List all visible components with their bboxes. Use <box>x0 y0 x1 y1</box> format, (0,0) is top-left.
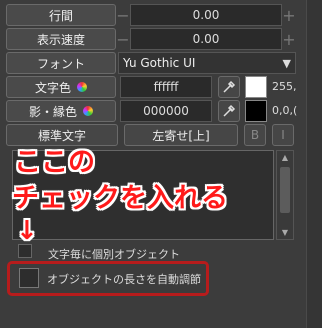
shadow-color-swatch[interactable] <box>245 100 267 122</box>
auto-length-label: オブジェクトの長さを自動調節 <box>47 273 201 286</box>
text-color-label: 文字色 <box>34 80 71 95</box>
text-color-swatch[interactable] <box>245 76 267 98</box>
scrollbar-thumb[interactable] <box>280 167 290 213</box>
line-spacing-label: 行間 <box>6 4 116 26</box>
line-spacing-minus[interactable]: − <box>116 4 130 26</box>
shadow-color-button[interactable]: 影・縁色 <box>6 100 116 122</box>
text-color-hex[interactable]: ffffff <box>120 76 212 98</box>
color-wheel-icon <box>83 106 93 116</box>
display-speed-plus[interactable]: + <box>282 28 296 50</box>
annotation-line1: ここの <box>14 147 95 178</box>
scroll-up-icon[interactable]: ▲ <box>277 153 293 162</box>
font-label: フォント <box>6 52 116 74</box>
italic-button[interactable]: I <box>272 124 294 146</box>
annotation-line2: チェックを入れる <box>12 183 228 214</box>
auto-length-checkbox[interactable] <box>19 268 39 288</box>
line-spacing-label-text: 行間 <box>48 8 73 23</box>
display-speed-minus[interactable]: − <box>116 28 130 50</box>
display-speed-label-text: 表示速度 <box>36 32 85 47</box>
bold-label: B <box>250 128 260 142</box>
per-char-checkbox[interactable] <box>18 244 32 258</box>
display-speed-label: 表示速度 <box>6 28 116 50</box>
per-char-label: 文字毎に個別オブジェクト <box>48 248 180 261</box>
arrow-down-icon: ↓ <box>16 216 38 246</box>
eyedropper-icon[interactable] <box>218 76 240 98</box>
shadow-color-hex-text: 000000 <box>143 104 189 118</box>
italic-label: I <box>281 128 285 142</box>
panel-scrollbar[interactable] <box>306 0 322 328</box>
color-wheel-icon <box>77 82 87 92</box>
font-select[interactable]: Yu Gothic UI ▼ <box>118 52 296 74</box>
shadow-color-label: 影・縁色 <box>28 104 77 119</box>
scroll-down-icon[interactable]: ▼ <box>277 228 293 237</box>
align-label: 左寄せ[上] <box>152 128 210 143</box>
shadow-color-rgb: 0,0,( <box>272 104 298 117</box>
eyedropper-icon[interactable] <box>218 100 240 122</box>
align-button[interactable]: 左寄せ[上] <box>124 124 238 146</box>
line-spacing-value-text: 0.00 <box>192 8 220 22</box>
font-label-text: フォント <box>36 56 85 71</box>
font-select-value: Yu Gothic UI <box>123 56 196 70</box>
line-spacing-plus[interactable]: + <box>282 4 296 26</box>
bold-button[interactable]: B <box>244 124 266 146</box>
text-color-button[interactable]: 文字色 <box>6 76 116 98</box>
line-spacing-value[interactable]: 0.00 <box>130 4 282 26</box>
text-color-hex-text: ffffff <box>153 80 179 94</box>
scrollbar[interactable]: ▲ ▼ <box>276 150 294 240</box>
text-color-rgb: 255, <box>272 80 297 93</box>
display-speed-value[interactable]: 0.00 <box>130 28 282 50</box>
display-speed-value-text: 0.00 <box>192 32 220 46</box>
chevron-down-icon: ▼ <box>282 56 291 70</box>
shadow-color-hex[interactable]: 000000 <box>120 100 212 122</box>
